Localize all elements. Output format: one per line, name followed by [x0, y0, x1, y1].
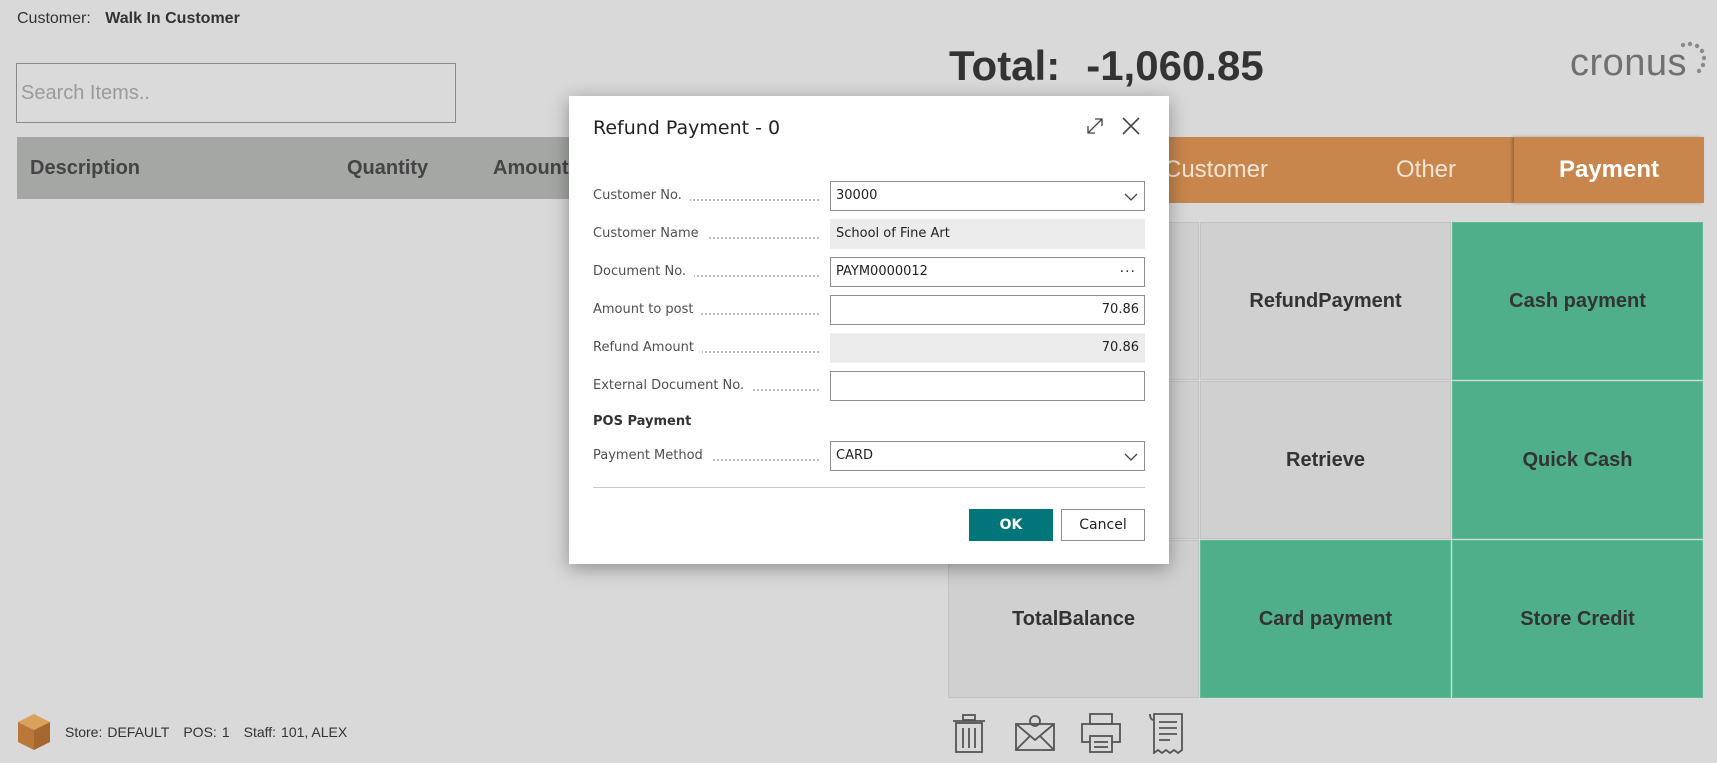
- payment-method-label: Payment Method: [593, 448, 825, 466]
- total-label: Total:: [949, 42, 1061, 89]
- tab-payment[interactable]: Payment: [1514, 137, 1704, 203]
- amount-to-post-field[interactable]: 70.86: [830, 295, 1145, 325]
- column-quantity[interactable]: Quantity: [347, 157, 428, 180]
- receipt-icon[interactable]: [1146, 712, 1188, 754]
- chevron-down-icon[interactable]: [1124, 450, 1138, 464]
- email-icon[interactable]: [1014, 712, 1056, 754]
- cancel-button[interactable]: Cancel: [1061, 509, 1145, 541]
- document-no-value: PAYM0000012: [836, 264, 928, 279]
- tile-cash-payment[interactable]: Cash payment: [1452, 222, 1703, 380]
- customer-name[interactable]: Walk In Customer: [105, 10, 240, 27]
- document-no-label: Document No.: [593, 264, 825, 282]
- customer-no-label: Customer No.: [593, 188, 825, 206]
- pos-label: POS:: [183, 724, 217, 740]
- customer-name-field: School of Fine Art: [830, 219, 1145, 249]
- external-document-no-row: External Document No.: [593, 371, 1145, 401]
- printer-icon[interactable]: [1080, 712, 1122, 754]
- cronus-logo: cronus: [1570, 40, 1706, 86]
- column-description[interactable]: Description: [30, 157, 140, 180]
- payment-method-value: CARD: [836, 448, 874, 463]
- customer-no-field[interactable]: 30000: [830, 181, 1145, 211]
- pos-payment-section-title: POS Payment: [593, 414, 692, 429]
- function-tab-bar: Customer Other Payment: [1100, 137, 1704, 203]
- amount-to-post-row: Amount to post 70.86: [593, 295, 1145, 325]
- items-grid-header: Description Quantity Amount: [17, 137, 577, 199]
- customer-name-row: Customer Name School of Fine Art: [593, 219, 1145, 249]
- customer-name-label: Customer Name: [593, 226, 825, 244]
- store-box-icon: [18, 714, 50, 750]
- document-no-field[interactable]: PAYM0000012 ···: [830, 257, 1145, 287]
- payment-method-field[interactable]: CARD: [830, 441, 1145, 471]
- document-no-row: Document No. PAYM0000012 ···: [593, 257, 1145, 287]
- tile-store-credit[interactable]: Store Credit: [1452, 540, 1703, 698]
- external-document-no-field[interactable]: [830, 371, 1145, 401]
- dialog-title: Refund Payment - 0: [593, 117, 781, 139]
- tile-refund-payment[interactable]: RefundPayment: [1200, 222, 1451, 380]
- store-info: Store: DEFAULT POS: 1 Staff: 101, ALEX: [17, 712, 347, 752]
- logo-dots-icon: [1680, 41, 1706, 74]
- search-items-input[interactable]: [16, 63, 456, 123]
- payment-method-row: Payment Method CARD: [593, 441, 1145, 471]
- expand-icon[interactable]: [1083, 114, 1107, 138]
- pos-value: 1: [221, 724, 230, 740]
- refund-amount-row: Refund Amount 70.86: [593, 333, 1145, 363]
- tab-other[interactable]: Other: [1332, 137, 1520, 203]
- customer-label: Customer:: [17, 10, 91, 27]
- customer-no-value: 30000: [836, 188, 878, 203]
- chevron-down-icon[interactable]: [1124, 190, 1138, 204]
- refund-amount-label: Refund Amount: [593, 340, 825, 358]
- tile-retrieve[interactable]: Retrieve: [1200, 381, 1451, 539]
- total-value: -1,060.85: [1086, 42, 1264, 89]
- store-value: DEFAULT: [107, 724, 170, 740]
- staff-label: Staff:: [243, 724, 277, 740]
- lookup-ellipsis-icon[interactable]: ···: [1120, 258, 1136, 286]
- tile-card-payment[interactable]: Card payment: [1200, 540, 1451, 698]
- customer-no-row: Customer No. 30000: [593, 181, 1145, 211]
- amount-to-post-label: Amount to post: [593, 302, 825, 320]
- footer-actions: [948, 712, 1188, 754]
- staff-value: 101, ALEX: [281, 724, 348, 740]
- column-amount[interactable]: Amount: [493, 157, 569, 180]
- trash-icon[interactable]: [948, 712, 990, 754]
- refund-amount-field: 70.86: [830, 333, 1145, 363]
- customer-line: Customer: Walk In Customer: [17, 10, 240, 28]
- store-label: Store:: [65, 724, 103, 740]
- external-document-no-label: External Document No.: [593, 378, 825, 396]
- close-icon[interactable]: [1119, 114, 1143, 138]
- ok-button[interactable]: OK: [969, 509, 1053, 541]
- dialog-divider: [593, 487, 1145, 488]
- total-display: Total: -1,060.85: [949, 42, 1264, 90]
- tile-quick-cash[interactable]: Quick Cash: [1452, 381, 1703, 539]
- refund-payment-dialog: Refund Payment - 0 Customer No. 30000 Cu…: [569, 96, 1169, 564]
